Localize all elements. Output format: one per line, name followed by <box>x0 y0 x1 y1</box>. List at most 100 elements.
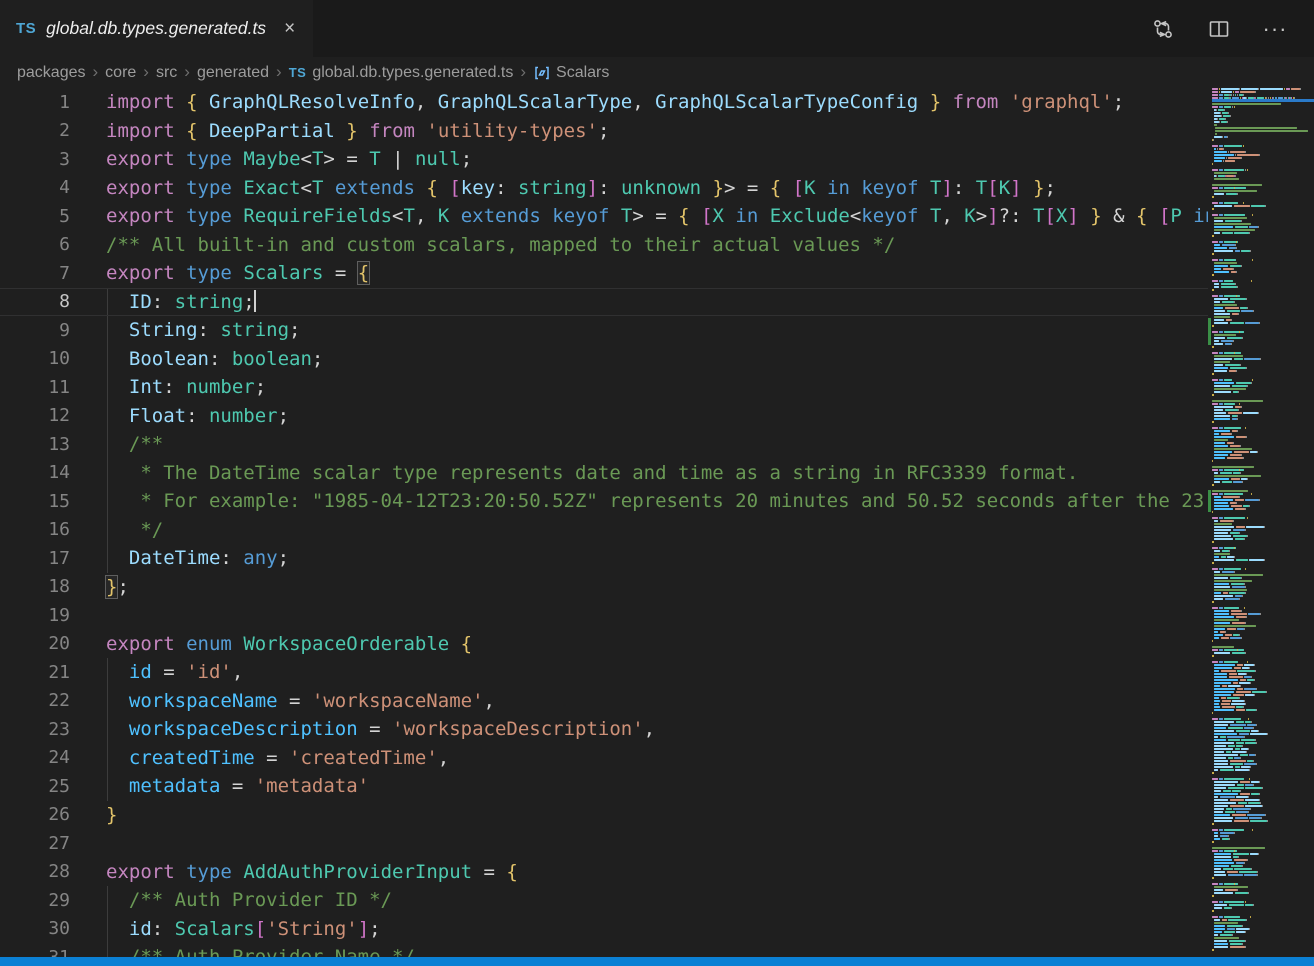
code-text: /** Auth Provider ID */ <box>70 889 392 911</box>
code-line-4[interactable]: 4export type Exact<T extends { [key: str… <box>0 174 1208 203</box>
typescript-file-icon: TS <box>289 65 307 80</box>
breadcrumb-separator: › <box>93 62 99 82</box>
breadcrumb-label: generated <box>197 64 269 82</box>
breadcrumb-item-global-db-types-generated-ts[interactable]: TSglobal.db.types.generated.ts <box>289 64 514 82</box>
code-line-3[interactable]: 3export type Maybe<T> = T | null; <box>0 145 1208 174</box>
code-line-8[interactable]: 8 ID: string; <box>0 288 1208 317</box>
line-number: 27 <box>0 833 70 854</box>
code-text: export type RequireFields<T, K extends k… <box>70 205 1208 227</box>
code-text: }; <box>70 576 129 598</box>
code-line-24[interactable]: 24 createdTime = 'createdTime', <box>0 744 1208 773</box>
compare-changes-icon[interactable] <box>1150 16 1176 42</box>
line-number: 21 <box>0 662 70 683</box>
tab-global-db-types[interactable]: TS global.db.types.generated.ts × <box>0 0 313 57</box>
code-line-10[interactable]: 10 Boolean: boolean; <box>0 345 1208 374</box>
code-line-14[interactable]: 14 * The DateTime scalar type represents… <box>0 459 1208 488</box>
breadcrumb-separator: › <box>184 62 190 82</box>
code-text: export type Maybe<T> = T | null; <box>70 148 472 170</box>
breadcrumb-separator: › <box>143 62 149 82</box>
breadcrumb-item-generated[interactable]: generated <box>197 64 269 82</box>
code-line-26[interactable]: 26} <box>0 801 1208 830</box>
vscode-editor-window: TS global.db.types.generated.ts × <box>0 0 1314 966</box>
code-line-29[interactable]: 29 /** Auth Provider ID */ <box>0 886 1208 915</box>
code-line-18[interactable]: 18}; <box>0 573 1208 602</box>
breadcrumb: packages › core › src › generated › TSglobal.db.… <box>0 57 1314 88</box>
code-line-27[interactable]: 27 <box>0 829 1208 858</box>
code-line-9[interactable]: 9 String: string; <box>0 316 1208 345</box>
code-line-6[interactable]: 6/** All built-in and custom scalars, ma… <box>0 231 1208 260</box>
breadcrumb-label: Scalars <box>556 64 609 82</box>
line-number: 10 <box>0 348 70 369</box>
tab-title: global.db.types.generated.ts <box>46 18 266 39</box>
code-editor[interactable]: 1import { GraphQLResolveInfo, GraphQLSca… <box>0 88 1208 957</box>
code-line-17[interactable]: 17 DateTime: any; <box>0 544 1208 573</box>
code-text: export type Exact<T extends { [key: stri… <box>70 177 1056 199</box>
line-number: 14 <box>0 462 70 483</box>
line-number: 2 <box>0 120 70 141</box>
code-line-30[interactable]: 30 id: Scalars['String']; <box>0 915 1208 944</box>
code-line-16[interactable]: 16 */ <box>0 516 1208 545</box>
line-number: 15 <box>0 491 70 512</box>
status-bar[interactable] <box>0 957 1314 966</box>
breadcrumb-item-core[interactable]: core <box>105 64 136 82</box>
code-text: import { GraphQLResolveInfo, GraphQLScal… <box>70 91 1124 113</box>
more-actions-icon[interactable]: ··· <box>1262 16 1288 42</box>
minimap-cursor-line-marker <box>1212 99 1314 102</box>
line-number: 22 <box>0 690 70 711</box>
code-line-31[interactable]: 31 /** Auth Provider Name */ <box>0 943 1208 957</box>
line-number: 31 <box>0 947 70 957</box>
line-number: 5 <box>0 206 70 227</box>
code-line-28[interactable]: 28export type AddAuthProviderInput = { <box>0 858 1208 887</box>
breadcrumb-item-src[interactable]: src <box>156 64 177 82</box>
line-number: 6 <box>0 234 70 255</box>
breadcrumb-separator: › <box>276 62 282 82</box>
code-text: export type Scalars = { <box>70 262 369 284</box>
code-line-7[interactable]: 7export type Scalars = { <box>0 259 1208 288</box>
code-text: export enum WorkspaceOrderable { <box>70 633 472 655</box>
line-number: 24 <box>0 747 70 768</box>
breadcrumb-item-packages[interactable]: packages <box>17 64 86 82</box>
breadcrumb-label: packages <box>17 64 86 82</box>
code-text: id: Scalars['String']; <box>70 918 381 940</box>
code-line-19[interactable]: 19 <box>0 601 1208 630</box>
line-number: 11 <box>0 377 70 398</box>
typescript-file-icon: TS <box>16 20 36 37</box>
code-text: metadata = 'metadata' <box>70 775 369 797</box>
code-line-23[interactable]: 23 workspaceDescription = 'workspaceDesc… <box>0 715 1208 744</box>
editor-actions: ··· <box>1150 0 1314 57</box>
code-text: Int: number; <box>70 376 266 398</box>
code-line-25[interactable]: 25 metadata = 'metadata' <box>0 772 1208 801</box>
line-number: 1 <box>0 92 70 113</box>
line-number: 17 <box>0 548 70 569</box>
code-text: * For example: "1985-04-12T23:20:50.52Z"… <box>70 490 1204 512</box>
split-editor-icon[interactable] <box>1206 16 1232 42</box>
tab-bar: TS global.db.types.generated.ts × <box>0 0 1314 57</box>
code-line-15[interactable]: 15 * For example: "1985-04-12T23:20:50.5… <box>0 487 1208 516</box>
breadcrumb-item-scalars[interactable]: Scalars <box>533 64 609 82</box>
code-line-21[interactable]: 21 id = 'id', <box>0 658 1208 687</box>
line-number: 28 <box>0 861 70 882</box>
code-line-20[interactable]: 20export enum WorkspaceOrderable { <box>0 630 1208 659</box>
text-cursor <box>254 290 256 312</box>
code-line-5[interactable]: 5export type RequireFields<T, K extends … <box>0 202 1208 231</box>
minimap[interactable] <box>1212 88 1314 957</box>
minimap-git-added-mark <box>1208 318 1211 345</box>
code-line-11[interactable]: 11 Int: number; <box>0 373 1208 402</box>
code-text: ID: string; <box>70 291 256 314</box>
line-number: 13 <box>0 434 70 455</box>
symbol-type-icon <box>533 64 551 82</box>
code-line-12[interactable]: 12 Float: number; <box>0 402 1208 431</box>
close-tab-icon[interactable]: × <box>280 18 299 39</box>
code-text: createdTime = 'createdTime', <box>70 747 449 769</box>
code-text: /** Auth Provider Name */ <box>70 946 415 957</box>
code-text: id = 'id', <box>70 661 243 683</box>
line-number: 16 <box>0 519 70 540</box>
minimap-git-added-mark <box>1208 490 1211 512</box>
code-text: workspaceName = 'workspaceName', <box>70 690 495 712</box>
code-text: /** <box>70 433 163 455</box>
code-line-1[interactable]: 1import { GraphQLResolveInfo, GraphQLSca… <box>0 88 1208 117</box>
code-line-22[interactable]: 22 workspaceName = 'workspaceName', <box>0 687 1208 716</box>
code-line-13[interactable]: 13 /** <box>0 430 1208 459</box>
code-text: String: string; <box>70 319 301 341</box>
code-line-2[interactable]: 2import { DeepPartial } from 'utility-ty… <box>0 117 1208 146</box>
